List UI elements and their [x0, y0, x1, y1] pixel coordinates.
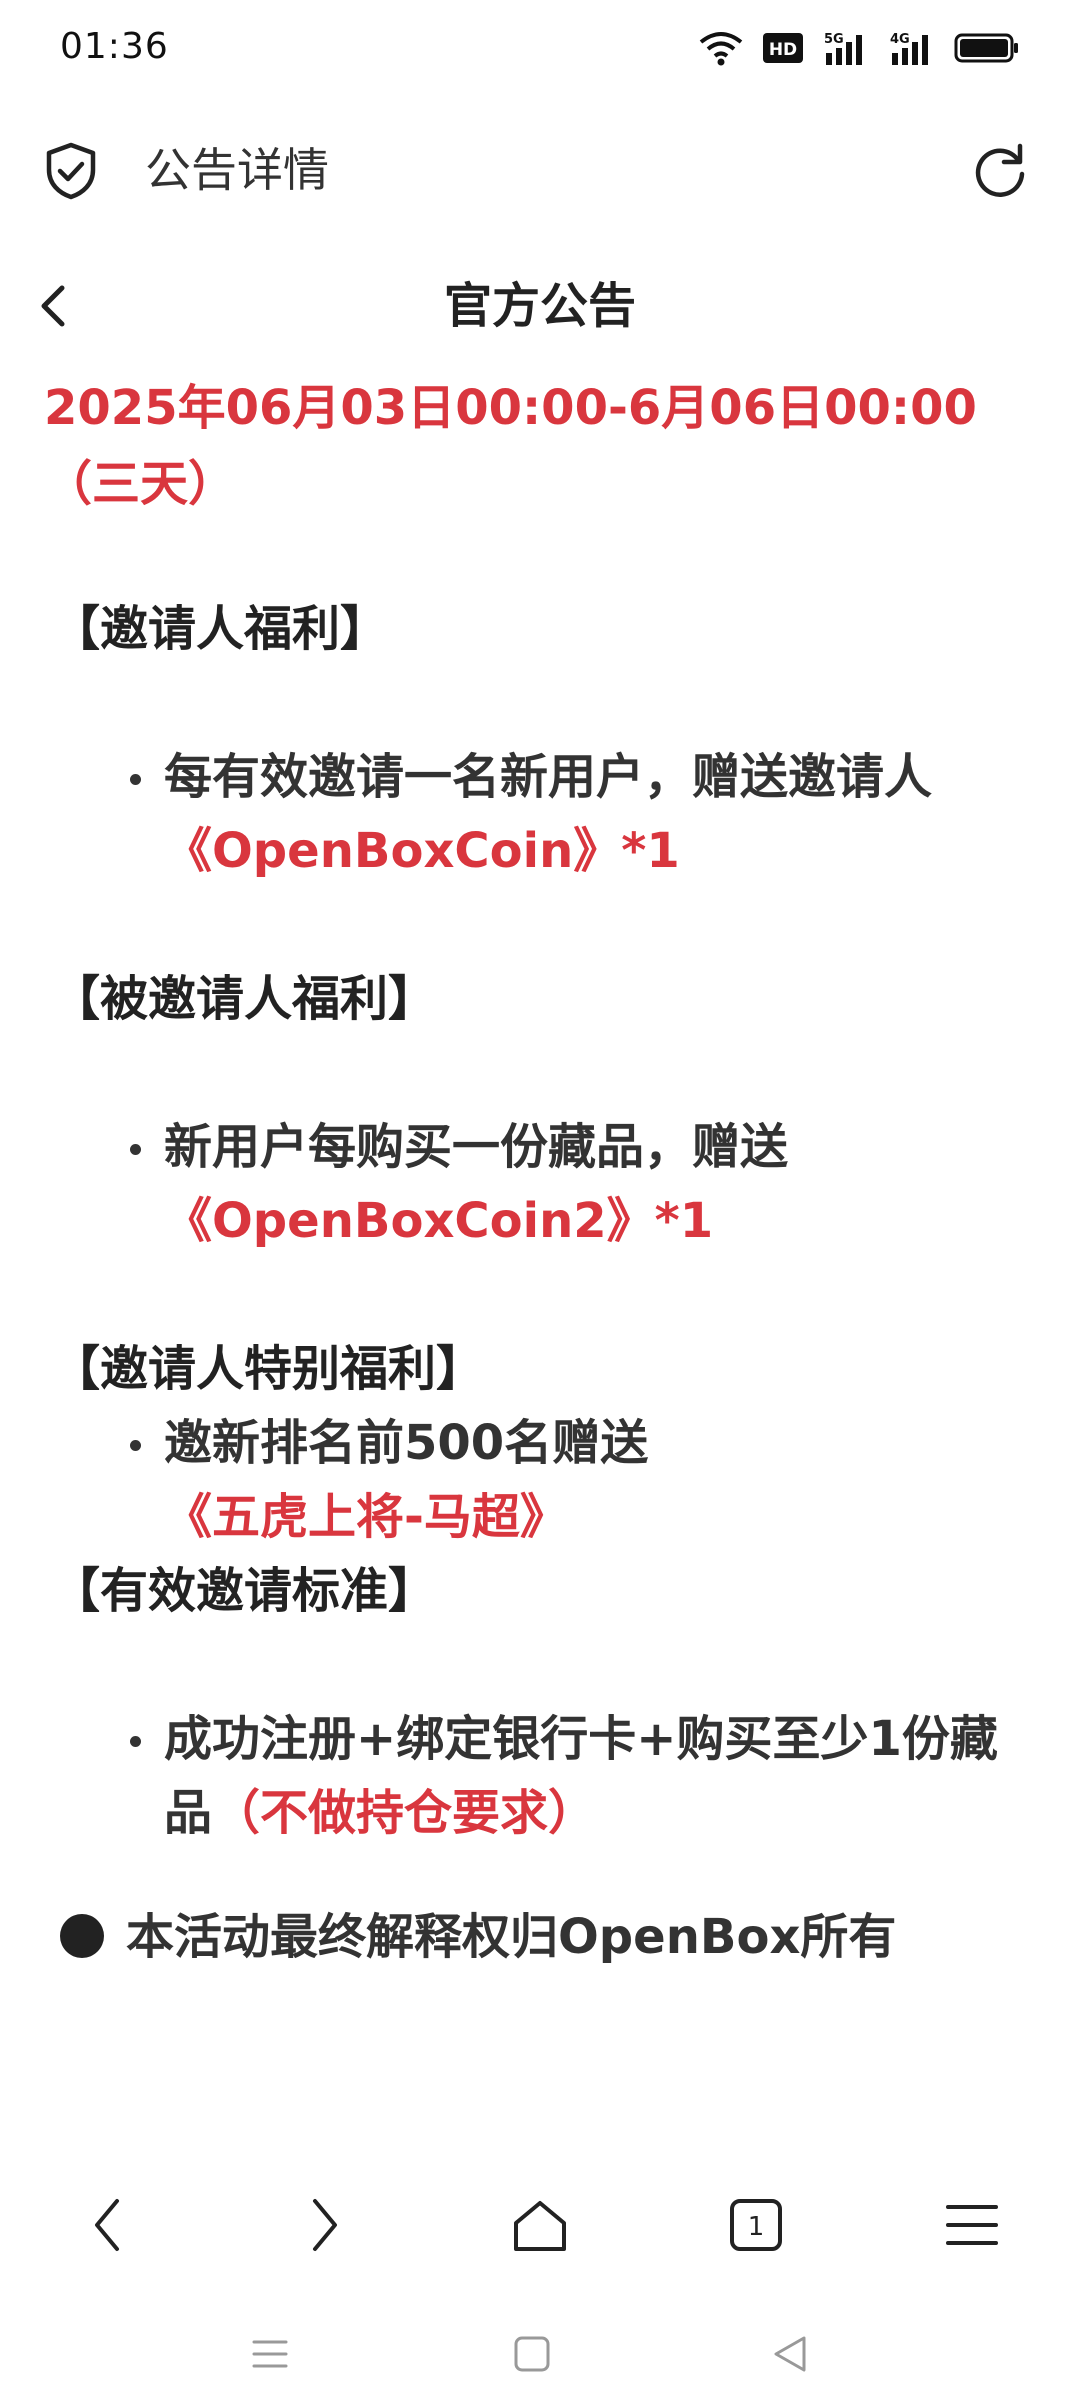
chevron-right-icon	[313, 2199, 337, 2251]
bullet-dot	[130, 774, 141, 785]
bullet-invitee-benefits: 新用户每购买一份藏品，赠送《OpenBoxCoin2》*1	[130, 1110, 1036, 1258]
recent-apps-icon	[252, 2340, 288, 2368]
nav-menu-button[interactable]	[927, 2180, 1017, 2270]
system-back-button[interactable]	[766, 2330, 814, 2378]
bullet-highlight: 《OpenBoxCoin》*1	[164, 823, 680, 879]
bullet-text: 每有效邀请一名新用户，赠送邀请人	[164, 749, 933, 805]
bullet-valid-invite-criteria: 成功注册+绑定银行卡+购买至少1份藏品（不做持仓要求）	[130, 1702, 1036, 1850]
bullet-dot	[130, 1440, 141, 1451]
system-recent-apps-button[interactable]	[246, 2330, 294, 2378]
refresh-icon[interactable]	[968, 138, 1032, 202]
system-home-button[interactable]	[508, 2330, 556, 2378]
tabs-icon: 1	[730, 2199, 782, 2251]
svg-text:5G: 5G	[824, 32, 844, 47]
bullet-text: 邀新排名前500名赠送	[164, 1415, 649, 1471]
status-icons: HD 5G 4G	[698, 26, 1020, 70]
section-heading-invitee-benefits: 【被邀请人福利】	[52, 971, 437, 1027]
bullet-highlight: （不做持仓要求）	[212, 1785, 597, 1841]
footer-note: 本活动最终解释权归OpenBox所有	[60, 1900, 1036, 1974]
triangle-back-icon	[774, 2336, 806, 2372]
section-heading-valid-invite-criteria: 【有效邀请标准】	[52, 1563, 437, 1619]
nav-tabs-button[interactable]: 1	[711, 2180, 801, 2270]
svg-text:1: 1	[748, 2212, 765, 2242]
event-date-range: 2025年06月03日00:00-6月06日00:00（三天）	[44, 380, 977, 512]
system-nav-bar	[0, 2300, 1080, 2408]
section-heading-inviter-benefits: 【邀请人福利】	[52, 601, 389, 657]
menu-icon	[946, 2205, 998, 2245]
signal-5g-icon: 5G	[824, 32, 862, 65]
browser-page-title: 公告详情	[145, 143, 329, 197]
home-icon	[514, 2201, 566, 2251]
nav-forward-button[interactable]	[279, 2180, 369, 2270]
bullet-dot	[130, 1736, 141, 1747]
wifi-icon	[699, 32, 743, 66]
bullet-text: 新用户每购买一份藏品，赠送	[164, 1119, 789, 1175]
browser-top-bar: 公告详情	[0, 110, 1080, 230]
bullet-highlight: 《OpenBoxCoin2》*1	[164, 1193, 714, 1249]
battery-icon	[954, 33, 1018, 63]
footer-note-text: 本活动最终解释权归OpenBox所有	[126, 1909, 897, 1965]
nav-back-button[interactable]	[63, 2180, 153, 2270]
bullet-dot	[130, 1144, 141, 1155]
status-time: 01:36	[60, 26, 169, 67]
page-title: 官方公告	[443, 278, 636, 334]
page-header: 官方公告	[0, 262, 1080, 352]
announcement-content: 2025年06月03日00:00-6月06日00:00（三天） 【邀请人福利】 …	[44, 370, 1036, 1974]
svg-text:HD: HD	[769, 40, 797, 60]
chevron-left-icon	[95, 2199, 119, 2251]
shield-check-icon[interactable]	[40, 140, 102, 202]
hd-icon: HD	[763, 33, 803, 63]
section-heading-special-benefits: 【邀请人特别福利】	[52, 1341, 485, 1397]
square-home-icon	[514, 2336, 550, 2372]
bullet-special-benefits: 邀新排名前500名赠送《五虎上将-马超》	[130, 1406, 1036, 1554]
bullet-highlight: 《五虎上将-马超》	[164, 1489, 568, 1545]
nav-home-button[interactable]	[495, 2180, 585, 2270]
browser-bottom-nav: 1	[0, 2160, 1080, 2290]
status-bar: 01:36 HD 5G 4G	[0, 0, 1080, 96]
signal-4g-icon: 4G	[890, 32, 928, 65]
svg-text:4G: 4G	[890, 32, 910, 47]
filled-circle-icon	[60, 1914, 104, 1958]
bullet-inviter-benefits: 每有效邀请一名新用户，赠送邀请人《OpenBoxCoin》*1	[130, 740, 1036, 888]
